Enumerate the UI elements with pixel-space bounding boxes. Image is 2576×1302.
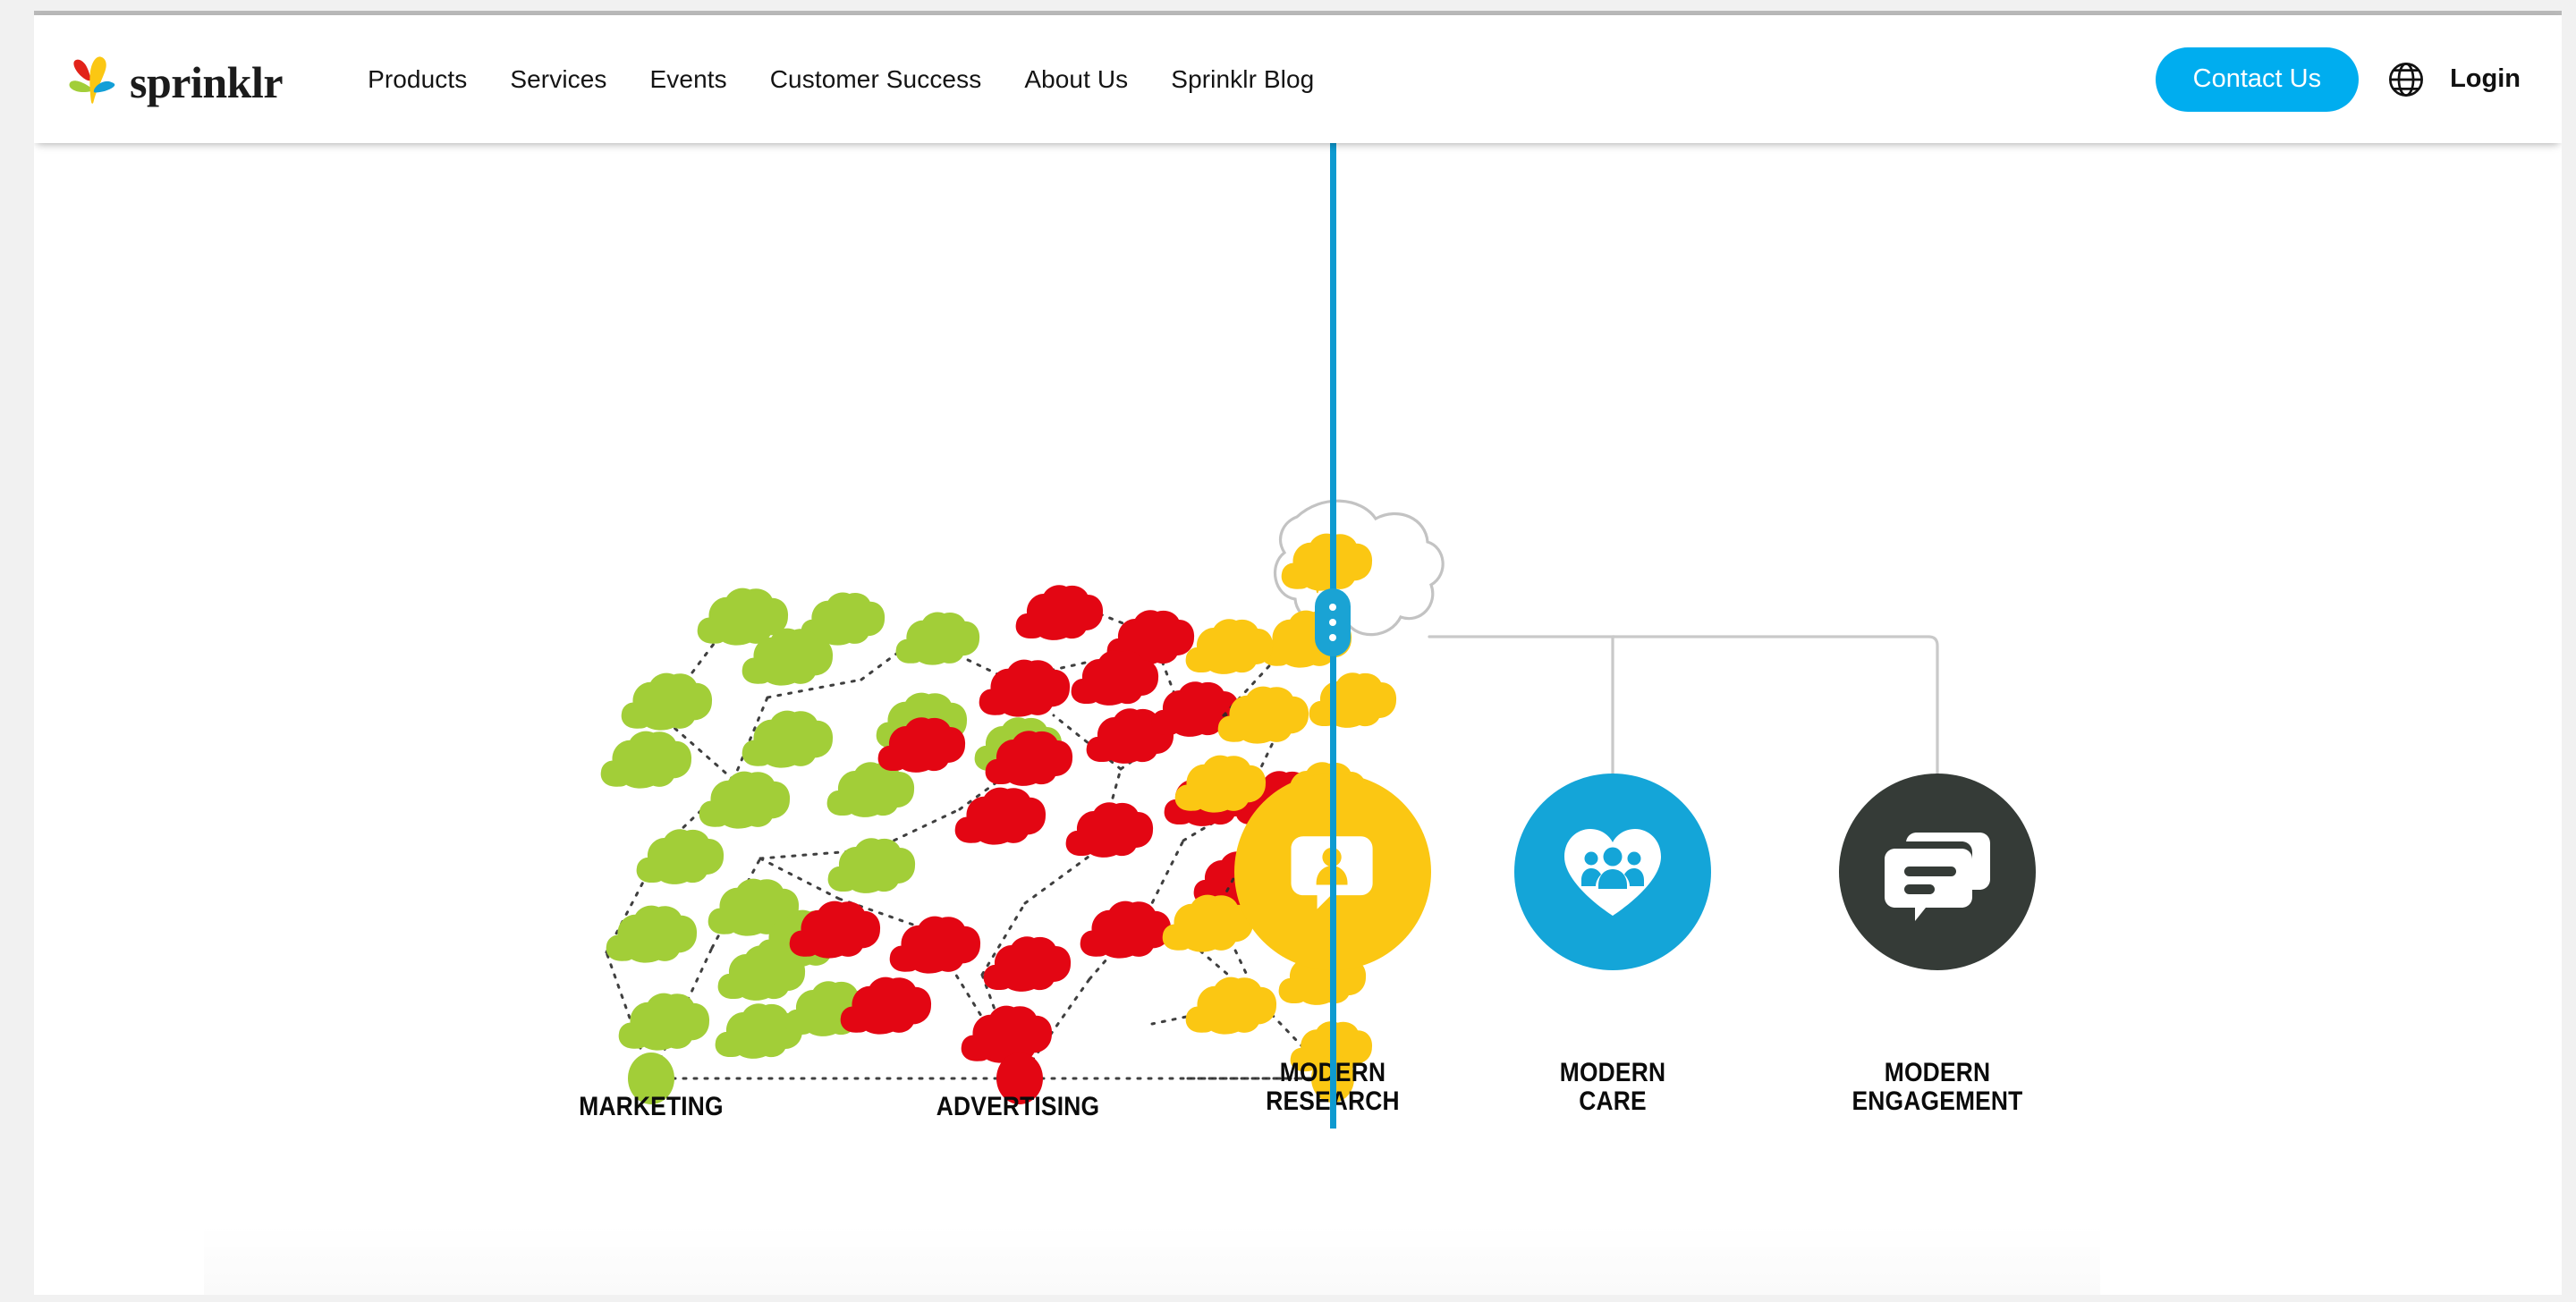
- hero-diagram-stage: POINT SOLUTIONS FRONT OFFICE MARKETING A…: [34, 143, 2562, 1295]
- diagram-canvas: POINT SOLUTIONS FRONT OFFICE MARKETING A…: [34, 143, 2562, 1295]
- contact-us-button[interactable]: Contact Us: [2155, 46, 2360, 112]
- handle-dot: [1329, 634, 1336, 641]
- page-sheet: sprinklr Products Services Events Custom…: [34, 11, 2562, 1295]
- site-header: sprinklr Products Services Events Custom…: [34, 15, 2562, 143]
- primary-navigation: Products Services Events Customer Succes…: [346, 65, 1335, 94]
- drag-handle-dots-icon[interactable]: [1315, 588, 1351, 656]
- handle-dot: [1329, 604, 1336, 611]
- site-logo[interactable]: sprinklr: [66, 15, 284, 143]
- browser-viewport: sprinklr Products Services Events Custom…: [0, 0, 2576, 1302]
- nav-item-products[interactable]: Products: [346, 65, 488, 94]
- comparison-diagram-graphic: [600, 499, 2036, 1104]
- nav-item-services[interactable]: Services: [488, 65, 628, 94]
- nav-item-customer-success[interactable]: Customer Success: [749, 65, 1004, 94]
- brand-wordmark: sprinklr: [130, 56, 284, 107]
- handle-dot: [1329, 619, 1336, 626]
- login-link[interactable]: Login: [2450, 64, 2521, 94]
- nav-item-about-us[interactable]: About Us: [1003, 65, 1149, 94]
- node-label-marketing: MARKETING: [579, 1092, 724, 1121]
- header-actions: Contact Us Login: [2155, 46, 2521, 112]
- node-label-modern-research: MODERN RESEARCH: [1266, 1058, 1400, 1117]
- node-label-advertising: ADVERTISING: [936, 1092, 1100, 1121]
- globe-icon[interactable]: [2385, 59, 2427, 100]
- node-label-modern-engagement: MODERN ENGAGEMENT: [1852, 1058, 2023, 1117]
- nav-item-sprinklr-blog[interactable]: Sprinklr Blog: [1149, 65, 1335, 94]
- page-bottom-band: [204, 1225, 2100, 1295]
- sprinklr-splash-logo-icon: [66, 54, 120, 106]
- node-label-modern-care: MODERN CARE: [1559, 1058, 1666, 1117]
- nav-item-events[interactable]: Events: [629, 65, 749, 94]
